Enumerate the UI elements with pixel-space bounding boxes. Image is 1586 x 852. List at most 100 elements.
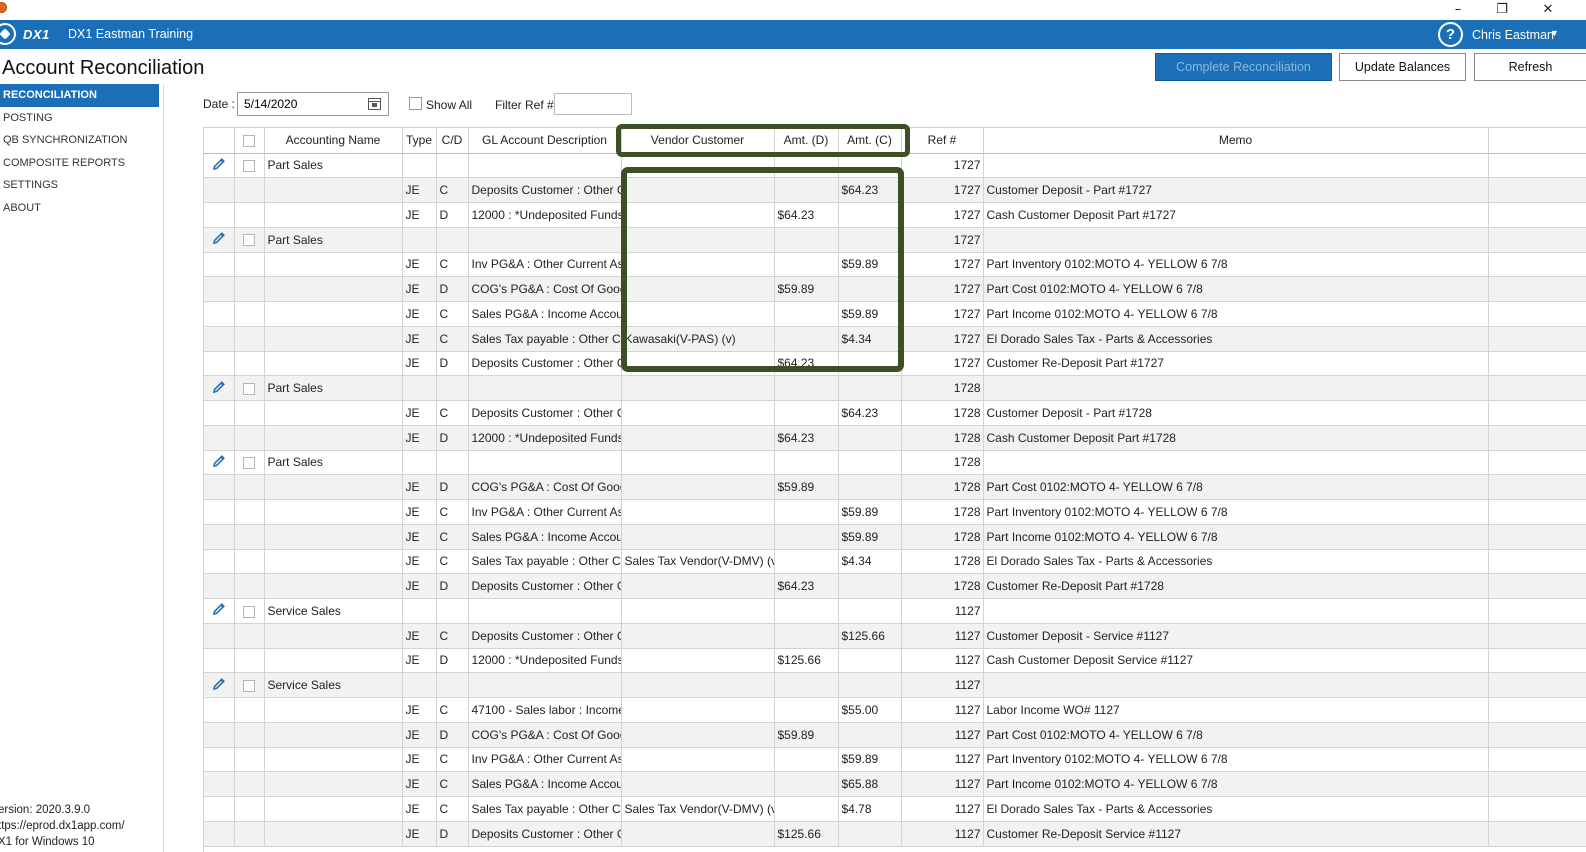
edit-cell (204, 276, 235, 302)
pencil-icon[interactable] (211, 453, 227, 472)
amt-d-cell (774, 796, 839, 822)
sidebar-item-posting[interactable]: POSTING (0, 107, 163, 130)
cd-cell: C (436, 796, 469, 822)
pencil-icon[interactable] (211, 156, 227, 175)
restore-button[interactable]: ❐ (1482, 0, 1522, 18)
group-row[interactable]: Service Sales 1127 (204, 598, 1586, 624)
table-row[interactable]: JE C Sales PG&A : Income Account $65.88 1127… (204, 771, 1586, 797)
select-cell (234, 648, 265, 674)
table-row[interactable]: JE C Sales PG&A : Income Account $59.89 1727… (204, 301, 1586, 327)
filter-ref-input[interactable] (554, 93, 632, 115)
accounting-name-cell: Service Sales (264, 598, 403, 624)
table-row[interactable]: JECSales Tax payable : Other Current Lia… (204, 796, 1586, 822)
column-header-amt-c[interactable]: Amt. (C) (838, 128, 902, 154)
cd-cell: C (436, 697, 469, 723)
pencil-icon[interactable] (211, 601, 227, 620)
table-row[interactable]: JE D 12000 : *Undeposited Funds $64.23 1728 C… (204, 425, 1586, 451)
edit-cell[interactable] (204, 672, 235, 698)
table-row[interactable]: JECInv PG&A : Other Current Assets $59.89… (204, 499, 1586, 525)
edit-cell[interactable] (204, 598, 235, 624)
column-header-cd[interactable]: C/D (436, 128, 469, 154)
row-checkbox[interactable] (243, 382, 255, 395)
filler-cell (1488, 524, 1586, 550)
table-row[interactable]: JECSales Tax payable : Other Current Lia… (204, 549, 1586, 575)
row-checkbox[interactable] (243, 457, 255, 470)
pencil-icon[interactable] (211, 230, 227, 249)
type-cell: JE (402, 351, 437, 377)
group-row[interactable]: Part Sales 1728 (204, 450, 1586, 476)
sidebar-item-about[interactable]: ABOUT (0, 197, 163, 220)
row-checkbox[interactable] (243, 234, 255, 247)
edit-cell[interactable] (204, 375, 235, 401)
table-row[interactable]: JECInv PG&A : Other Current Assets $59.89… (204, 747, 1586, 773)
table-row[interactable]: JE D 12000 : *Undeposited Funds $125.66 1127… (204, 648, 1586, 674)
chevron-down-icon[interactable]: ▼ (1550, 28, 1559, 38)
edit-cell[interactable] (204, 153, 235, 179)
table-row[interactable]: JECDeposits Customer : Other Current Lia… (204, 623, 1586, 649)
table-row[interactable]: JE D 12000 : *Undeposited Funds $64.23 1727 C… (204, 202, 1586, 228)
table-row[interactable]: JE C Sales PG&A : Income Account $59.89 1728… (204, 524, 1586, 550)
show-all-checkbox[interactable] (409, 97, 422, 110)
user-menu[interactable]: Chris Eastman (1472, 28, 1554, 42)
show-all-label: Show All (426, 98, 473, 112)
column-header-accounting-name[interactable]: Accounting Name (264, 128, 403, 154)
table-row[interactable]: JECDeposits Customer : Other Current Lia… (204, 400, 1586, 426)
sidebar: RECONCILIATION POSTING QB SYNCHRONIZATIO… (0, 84, 164, 852)
minimize-button[interactable]: – (1438, 0, 1478, 18)
table-row[interactable]: JEC47100 - Sales labor : Income Account $… (204, 697, 1586, 723)
date-picker[interactable] (237, 92, 389, 116)
select-cell[interactable] (234, 375, 265, 401)
sidebar-item-qb-synchronization[interactable]: QB SYNCHRONIZATION (0, 129, 163, 152)
table-row[interactable]: JEDDeposits Customer : Other Current Lia… (204, 821, 1586, 847)
table-row[interactable]: JEDDeposits Customer : Other Current Lia… (204, 573, 1586, 599)
group-row[interactable]: Part Sales 1727 (204, 153, 1586, 179)
sidebar-item-composite-reports[interactable]: COMPOSITE REPORTS (0, 152, 163, 175)
update-balances-button[interactable]: Update Balances (1339, 53, 1466, 81)
select-cell[interactable] (234, 672, 265, 698)
column-header-amt-d[interactable]: Amt. (D) (774, 128, 839, 154)
select-cell[interactable] (234, 598, 265, 624)
pencil-icon[interactable] (211, 379, 227, 398)
table-row[interactable]: JEDCOG's PG&A : Cost Of Goods Sold $59.89… (204, 722, 1586, 748)
accounting-name-cell (264, 771, 403, 797)
calendar-icon[interactable] (368, 98, 381, 110)
pencil-icon[interactable] (211, 676, 227, 695)
table-row[interactable]: JEDCOG's PG&A : Cost Of Goods Sold $59.89… (204, 276, 1586, 302)
complete-reconciliation-button[interactable]: Complete Reconciliation (1155, 53, 1332, 81)
row-checkbox[interactable] (243, 160, 255, 173)
edit-cell[interactable] (204, 450, 235, 476)
column-header-memo[interactable]: Memo (983, 128, 1489, 154)
table-row[interactable]: JECInv PG&A : Other Current Assets $59.89… (204, 252, 1586, 278)
gl-account-cell: Sales Tax payable : Other Current Liabil… (468, 549, 622, 575)
filler-cell (1488, 796, 1586, 822)
column-header-ref[interactable]: Ref # (901, 128, 984, 154)
column-header-vendor-customer[interactable]: Vendor Customer (621, 128, 775, 154)
column-header-select[interactable] (234, 128, 265, 154)
table-row[interactable]: JEDCOG's PG&A : Cost Of Goods Sold $59.89… (204, 474, 1586, 500)
close-button[interactable]: ✕ (1528, 0, 1568, 18)
date-input[interactable] (244, 97, 354, 111)
table-row[interactable]: JEDDeposits Customer : Other Current Lia… (204, 351, 1586, 377)
type-cell (402, 153, 437, 179)
table-row[interactable]: JECSales Tax payable : Other Current Lia… (204, 326, 1586, 352)
refresh-button[interactable]: Refresh (1474, 53, 1586, 81)
group-row[interactable]: Service Sales 1127 (204, 672, 1586, 698)
select-cell[interactable] (234, 227, 265, 253)
memo-cell (983, 375, 1489, 401)
cd-cell (436, 227, 469, 253)
sidebar-item-settings[interactable]: SETTINGS (0, 174, 163, 197)
help-icon[interactable]: ? (1438, 22, 1463, 47)
group-row[interactable]: Part Sales 1728 (204, 375, 1586, 401)
edit-cell[interactable] (204, 227, 235, 253)
sidebar-item-reconciliation[interactable]: RECONCILIATION (0, 84, 159, 107)
group-row[interactable]: Part Sales 1727 (204, 227, 1586, 253)
select-cell[interactable] (234, 450, 265, 476)
table-row[interactable]: JECDeposits Customer : Other Current Lia… (204, 177, 1586, 203)
column-header-type[interactable]: Type (402, 128, 437, 154)
row-checkbox[interactable] (243, 605, 255, 618)
column-header-gl-account[interactable]: GL Account Description (468, 128, 622, 154)
select-cell[interactable] (234, 153, 265, 179)
select-all-checkbox[interactable] (243, 135, 255, 148)
vendor-customer-cell (621, 153, 775, 179)
row-checkbox[interactable] (243, 679, 255, 692)
